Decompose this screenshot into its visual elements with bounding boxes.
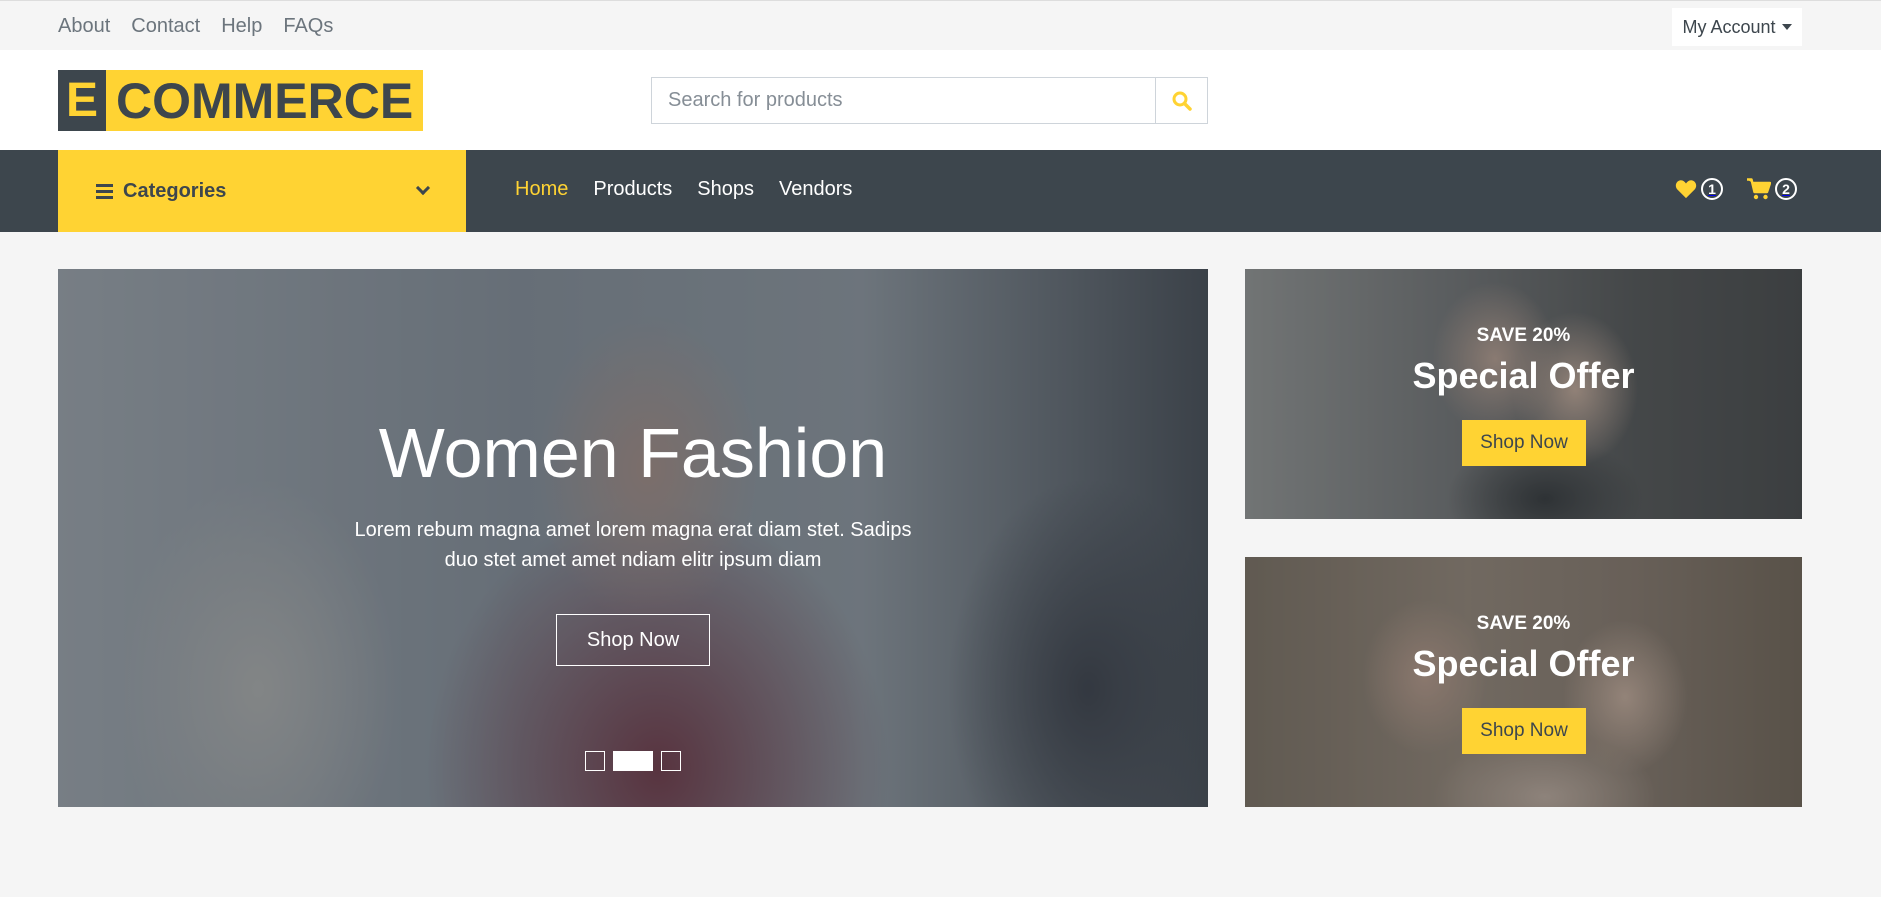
menu-icon xyxy=(96,183,113,199)
carousel-indicators xyxy=(585,751,681,771)
offer-title: Special Offer xyxy=(1412,355,1635,396)
nav-link-home[interactable]: Home xyxy=(515,178,568,201)
hero-carousel[interactable]: Women Fashion Lorem rebum magna amet lor… xyxy=(58,269,1208,807)
chevron-down-icon xyxy=(415,180,431,196)
heart-icon xyxy=(1675,180,1697,199)
offer-shop-now-button[interactable]: Shop Now xyxy=(1462,420,1586,466)
my-account-dropdown[interactable]: My Account xyxy=(1672,8,1802,46)
offer-save-label: SAVE 20% xyxy=(1476,325,1571,346)
nav-link-shops[interactable]: Shops xyxy=(697,178,754,201)
site-logo[interactable]: E COMMERCE xyxy=(58,70,424,131)
carousel-indicator[interactable] xyxy=(661,751,681,771)
cart-link[interactable]: 2 xyxy=(1747,178,1797,200)
top-link-help[interactable]: Help xyxy=(221,14,262,38)
offer-shop-now-button[interactable]: Shop Now xyxy=(1462,708,1586,754)
search-bar xyxy=(651,77,1208,124)
wishlist-link[interactable]: 1 xyxy=(1675,178,1723,200)
topbar: About Contact Help FAQs My Account xyxy=(0,0,1881,50)
cart-count-badge: 2 xyxy=(1775,178,1797,200)
carousel-indicator-active[interactable] xyxy=(613,751,653,771)
nav-link-products[interactable]: Products xyxy=(593,178,672,201)
categories-label: Categories xyxy=(123,179,227,202)
logo-letter: E xyxy=(58,70,106,131)
nav-link-vendors[interactable]: Vendors xyxy=(779,178,852,201)
nav-icons: 1 2 xyxy=(1675,178,1797,200)
offer-title: Special Offer xyxy=(1412,643,1635,684)
cart-icon xyxy=(1747,178,1771,200)
header: E COMMERCE xyxy=(0,50,1881,150)
logo-text: COMMERCE xyxy=(106,70,424,131)
top-links: About Contact Help FAQs xyxy=(58,14,354,38)
hero-shop-now-button[interactable]: Shop Now xyxy=(556,614,710,666)
main-navbar: Categories Home Products Shops Vendors 1… xyxy=(0,150,1881,232)
hero-description: Lorem rebum magna amet lorem magna erat … xyxy=(354,519,912,571)
search-button[interactable] xyxy=(1155,78,1207,123)
special-offer-banner-1: SAVE 20% Special Offer Shop Now xyxy=(1245,269,1802,519)
offer-save-label: SAVE 20% xyxy=(1476,613,1571,634)
wishlist-count-badge: 1 xyxy=(1701,178,1723,200)
categories-dropdown[interactable]: Categories xyxy=(58,150,466,232)
caret-down-icon xyxy=(1781,24,1792,30)
top-link-faqs[interactable]: FAQs xyxy=(283,14,333,38)
top-link-about[interactable]: About xyxy=(58,14,110,38)
search-input[interactable] xyxy=(652,78,1155,123)
hero-title: Women Fashion xyxy=(378,414,888,492)
my-account-label: My Account xyxy=(1682,16,1776,37)
search-icon xyxy=(1172,91,1192,111)
nav-links: Home Products Shops Vendors xyxy=(515,178,877,201)
carousel-indicator[interactable] xyxy=(585,751,605,771)
special-offer-banner-2: SAVE 20% Special Offer Shop Now xyxy=(1245,557,1802,807)
top-link-contact[interactable]: Contact xyxy=(131,14,200,38)
